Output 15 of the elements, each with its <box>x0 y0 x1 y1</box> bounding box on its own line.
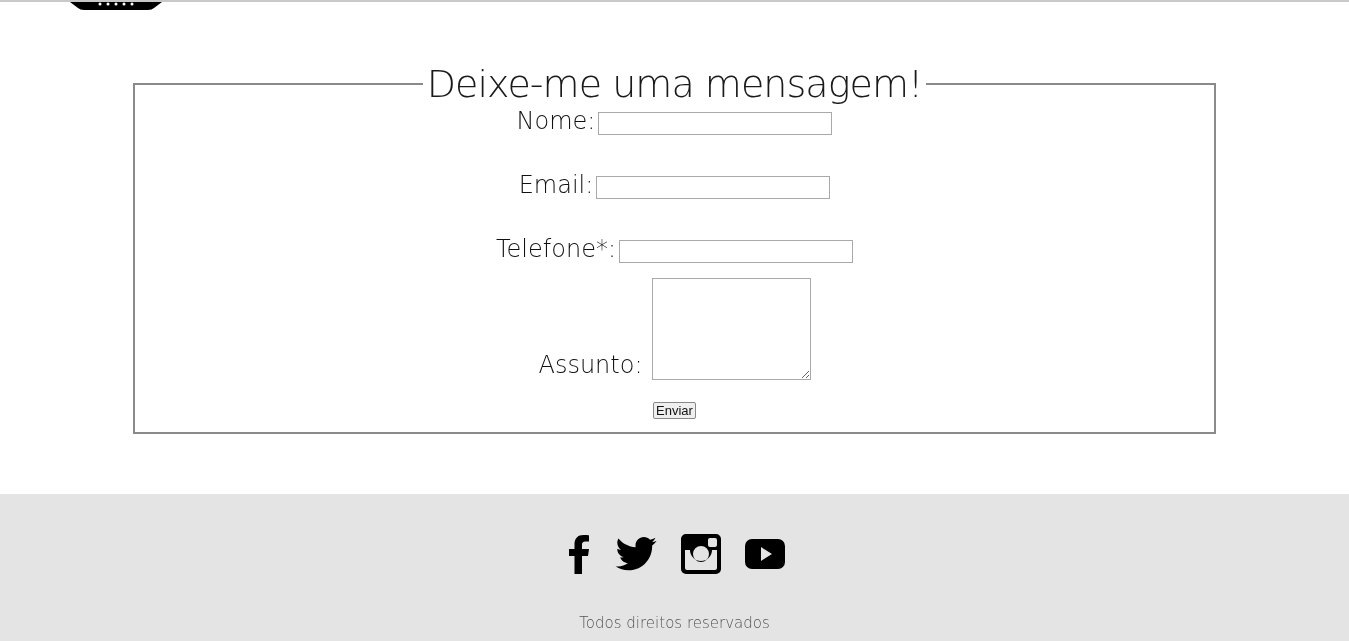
input-field[interactable] <box>596 176 831 199</box>
form-title: Deixe-me uma mensagem! <box>425 62 924 106</box>
tab-icon <box>70 2 162 10</box>
bird-icon[interactable] <box>614 537 657 571</box>
field-label: Telefone*: <box>496 234 616 264</box>
camera-icon[interactable] <box>680 534 721 574</box>
field-label: Assunto: <box>538 350 643 380</box>
input-field[interactable] <box>651 278 811 380</box>
copyright-text: Todos direitos reservados <box>579 613 770 634</box>
field-label: Nome: <box>516 106 596 136</box>
field-label: Email: <box>518 170 594 200</box>
submit-button[interactable]: Enviar <box>653 402 696 419</box>
input-field[interactable] <box>598 112 833 135</box>
input-field[interactable] <box>619 240 853 263</box>
play-button-icon[interactable] <box>744 539 785 569</box>
